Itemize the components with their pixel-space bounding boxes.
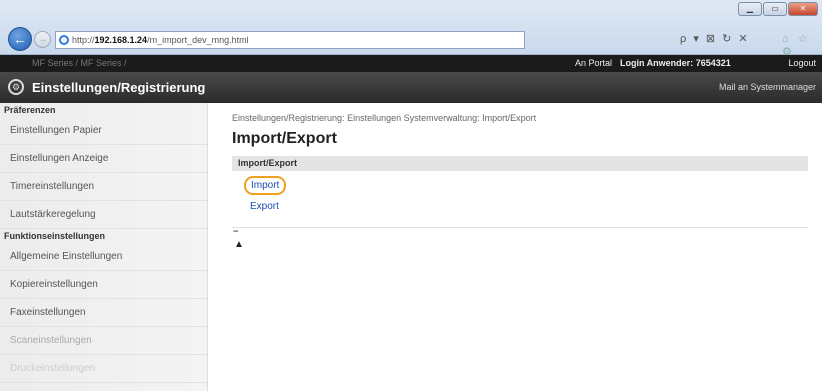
sidebar-section-preferences: Präferenzen — [4, 105, 56, 115]
sidebar-item-print[interactable]: Druckeinstellungen — [0, 355, 207, 383]
panel-header: Import/Export — [232, 156, 808, 171]
page-title: Import/Export — [232, 130, 337, 147]
ie-icon — [59, 35, 69, 45]
sidebar-item-volume[interactable]: Lautstärkeregelung — [0, 201, 207, 229]
minimize-icon[interactable]: ▁ — [738, 2, 762, 16]
login-user-id: 7654321 — [695, 58, 731, 68]
back-to-top-arrow: ▲ — [234, 239, 244, 250]
forward-button[interactable]: → — [34, 31, 51, 48]
import-link[interactable]: Import — [244, 176, 287, 195]
export-link[interactable]: Export — [250, 201, 279, 212]
sidebar-item-copy[interactable]: Kopiereinstellungen — [0, 271, 207, 299]
address-tools[interactable]: ρ ▾ ⊠ ↻ ✕ — [680, 32, 750, 45]
url-prefix: http:// — [72, 35, 95, 45]
login-user: Login Anwender: 7654321 — [620, 55, 731, 72]
login-label: Login Anwender: — [620, 58, 694, 68]
sidebar: Präferenzen Einstellungen Papier Einstel… — [0, 103, 208, 391]
browser-chrome: ▁ ▭ ✕ ← → http://192.168.1.24/m_import_d… — [0, 0, 822, 58]
divider — [232, 227, 808, 228]
sidebar-item-scan[interactable]: Scaneinstellungen — [0, 327, 207, 355]
breadcrumb: Einstellungen/Registrierung: Einstellung… — [232, 113, 537, 123]
sidebar-item-paper[interactable]: Einstellungen Papier — [0, 117, 207, 145]
window-controls: ▁ ▭ ✕ — [738, 2, 818, 16]
mail-admin-link[interactable]: Mail an Systemmanager — [719, 82, 816, 92]
header-title: Einstellungen/Registrierung — [32, 80, 206, 95]
page-header: ⚙ Einstellungen/Registrierung Mail an Sy… — [0, 72, 822, 103]
address-bar[interactable]: http://192.168.1.24/m_import_dev_mng.htm… — [55, 31, 525, 49]
device-name: MF Series / MF Series / — [32, 58, 127, 68]
sidebar-section-functions: Funktionseinstellungen — [4, 231, 106, 241]
back-to-top-icon[interactable]: ‾ ▲ — [234, 232, 244, 250]
maximize-icon[interactable]: ▭ — [763, 2, 787, 16]
url-path: /m_import_dev_mng.html — [147, 35, 249, 45]
sidebar-item-timer[interactable]: Timereinstellungen — [0, 173, 207, 201]
logout-link[interactable]: Logout — [788, 55, 816, 72]
close-icon[interactable]: ✕ — [788, 2, 818, 16]
portal-link[interactable]: An Portal — [575, 55, 612, 72]
url-host: 192.168.1.24 — [94, 35, 148, 45]
back-button[interactable]: ← — [8, 27, 32, 51]
sidebar-item-display[interactable]: Einstellungen Anzeige — [0, 145, 207, 173]
gear-icon: ⚙ — [8, 79, 24, 95]
sidebar-item-general[interactable]: Allgemeine Einstellungen — [0, 243, 207, 271]
sidebar-item-fax[interactable]: Faxeinstellungen — [0, 299, 207, 327]
top-bar: MF Series / MF Series / An Portal Login … — [0, 55, 822, 72]
